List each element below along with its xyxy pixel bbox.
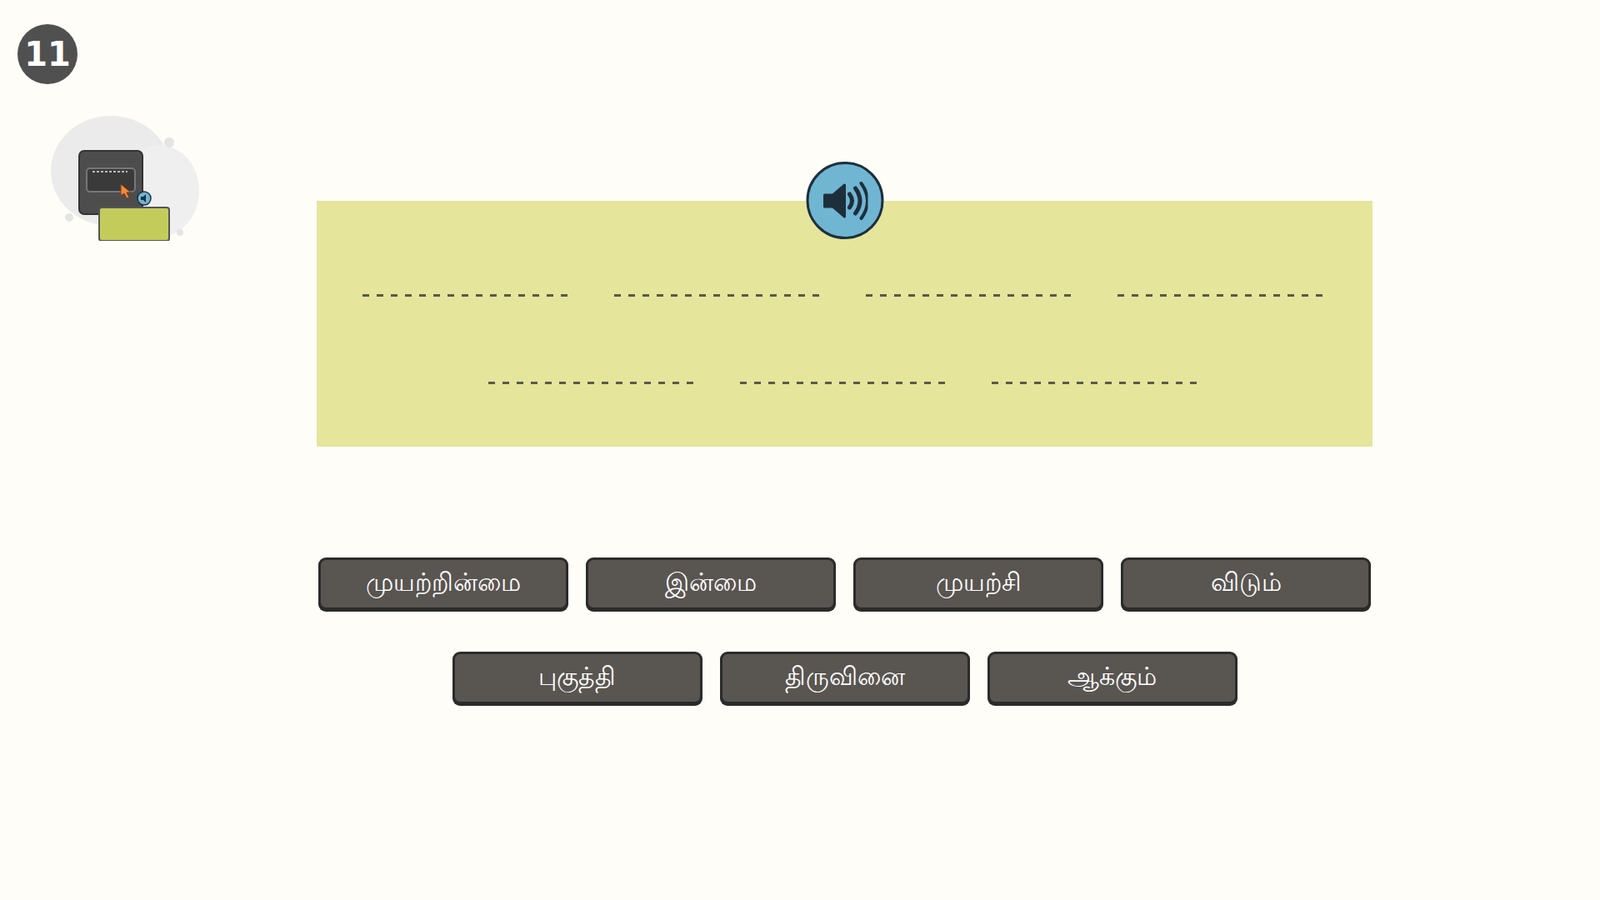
left-column: 11 — [0, 0, 317, 900]
word-button[interactable]: முயற்றின்மை — [318, 557, 569, 610]
word-row: புகுத்தி திருவினை ஆக்கும் — [316, 651, 1373, 705]
answer-slot-row — [316, 263, 1373, 297]
exercise-page: 11 முயற்றின்மை இன்மை முயற்சி விடும் புகுத்தி த… — [0, 0, 1600, 900]
word-button[interactable]: விடும் — [1120, 557, 1371, 610]
word-bank: முயற்றின்மை இன்மை முயற்சி விடும் புகுத்தி திர… — [316, 557, 1373, 705]
answer-panel — [316, 200, 1373, 447]
speaker-icon — [821, 180, 869, 222]
play-audio-button[interactable] — [805, 161, 884, 240]
answer-slot[interactable] — [740, 350, 950, 385]
answer-slot-row — [316, 350, 1373, 385]
word-row: முயற்றின்மை இன்மை முயற்சி விடும் — [316, 557, 1373, 610]
answer-slot[interactable] — [614, 263, 825, 297]
word-button[interactable]: ஆக்கும் — [987, 651, 1238, 705]
question-number-badge: 11 — [17, 24, 78, 85]
word-button[interactable]: இன்மை — [585, 557, 836, 610]
word-button[interactable]: திருவினை — [720, 651, 970, 705]
instruction-icon — [50, 114, 201, 241]
word-button[interactable]: புகுத்தி — [452, 651, 703, 705]
answer-slot[interactable] — [1117, 263, 1328, 297]
answer-slot[interactable] — [362, 263, 573, 297]
answer-slot[interactable] — [991, 350, 1202, 385]
answer-slot[interactable] — [865, 263, 1076, 297]
answer-slot[interactable] — [488, 350, 699, 385]
word-button[interactable]: முயற்சி — [853, 557, 1104, 610]
main-column: முயற்றின்மை இன்மை முயற்சி விடும் புகுத்தி திர… — [316, 0, 1373, 900]
